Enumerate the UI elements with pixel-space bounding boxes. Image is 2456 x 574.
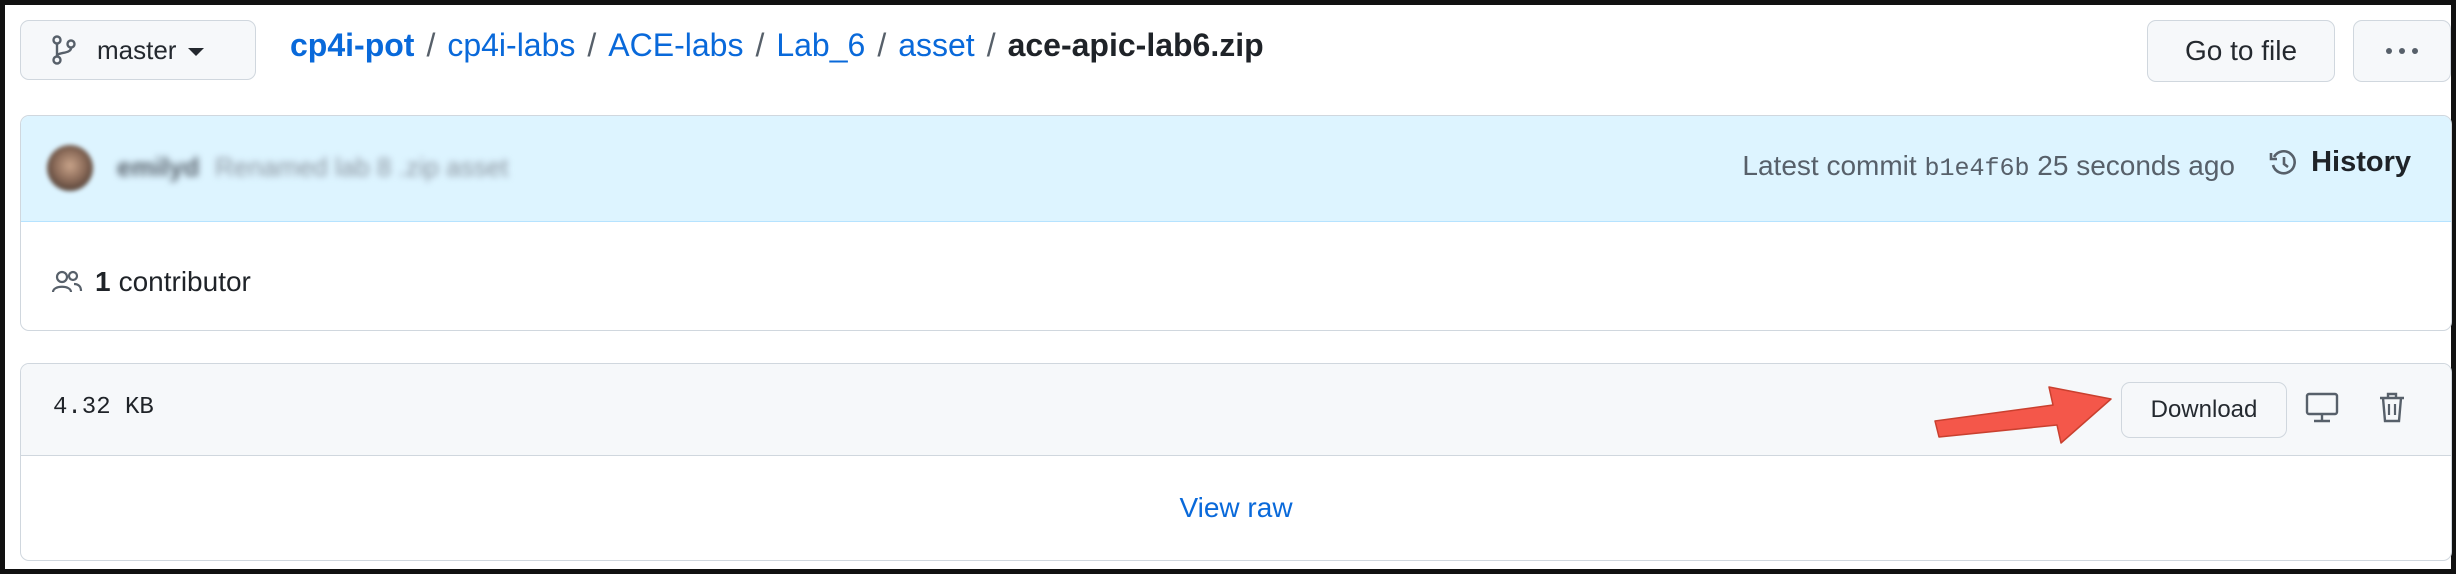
contributors-row[interactable]: 1 contributor	[51, 266, 251, 298]
go-to-file-button[interactable]: Go to file	[2147, 20, 2335, 82]
page-frame: master cp4i-pot / cp4i-labs / ACE-labs /…	[0, 0, 2456, 574]
contributor-label: contributor	[118, 266, 251, 297]
latest-commit-meta: Latest commit b1e4f6b 25 seconds ago	[1742, 150, 2235, 183]
branch-selector-button[interactable]: master	[20, 20, 256, 80]
people-icon	[51, 270, 83, 293]
latest-commit-label: Latest commit	[1742, 150, 1917, 181]
commit-author[interactable]: emilyd	[117, 152, 199, 183]
commit-time: 25 seconds ago	[2037, 150, 2235, 181]
view-raw-link[interactable]: View raw	[21, 492, 2451, 524]
breadcrumb-link-cp4i-labs[interactable]: cp4i-labs	[447, 27, 575, 64]
avatar[interactable]	[47, 145, 93, 191]
file-size: 4.32 KB	[53, 394, 154, 421]
more-options-button[interactable]	[2353, 20, 2451, 82]
contributor-count: 1	[95, 266, 111, 297]
chevron-down-icon	[188, 48, 205, 56]
breadcrumb: cp4i-pot / cp4i-labs / ACE-labs / Lab_6 …	[290, 23, 1264, 67]
breadcrumb-separator: /	[587, 26, 597, 63]
kebab-horizontal-icon	[2386, 48, 2418, 54]
trash-icon[interactable]	[2377, 390, 2407, 424]
breadcrumb-link-asset[interactable]: asset	[898, 27, 974, 64]
branch-name: master	[97, 34, 177, 65]
git-branch-icon	[52, 35, 76, 65]
desktop-icon[interactable]	[2305, 392, 2339, 424]
breadcrumb-root-link[interactable]: cp4i-pot	[290, 27, 414, 64]
breadcrumb-link-ace-labs[interactable]: ACE-labs	[608, 27, 743, 64]
history-icon	[2269, 149, 2297, 174]
commit-message[interactable]: Renamed lab 8 .zip asset	[215, 152, 508, 183]
breadcrumb-separator: /	[755, 26, 765, 63]
download-button[interactable]: Download	[2121, 382, 2287, 438]
history-label: History	[2311, 146, 2411, 178]
commit-info-box: emilyd Renamed lab 8 .zip asset Latest c…	[20, 115, 2452, 331]
breadcrumb-current-file: ace-apic-lab6.zip	[1007, 26, 1264, 63]
breadcrumb-separator: /	[877, 26, 887, 63]
commit-sha-link[interactable]: b1e4f6b	[1924, 154, 2029, 183]
breadcrumb-separator: /	[426, 26, 436, 63]
history-link[interactable]: History	[2269, 146, 2411, 179]
latest-commit-header: emilyd Renamed lab 8 .zip asset Latest c…	[21, 116, 2451, 222]
annotation-arrow-icon	[1934, 386, 2112, 444]
breadcrumb-separator: /	[986, 26, 996, 63]
breadcrumb-link-lab-6[interactable]: Lab_6	[776, 27, 865, 64]
